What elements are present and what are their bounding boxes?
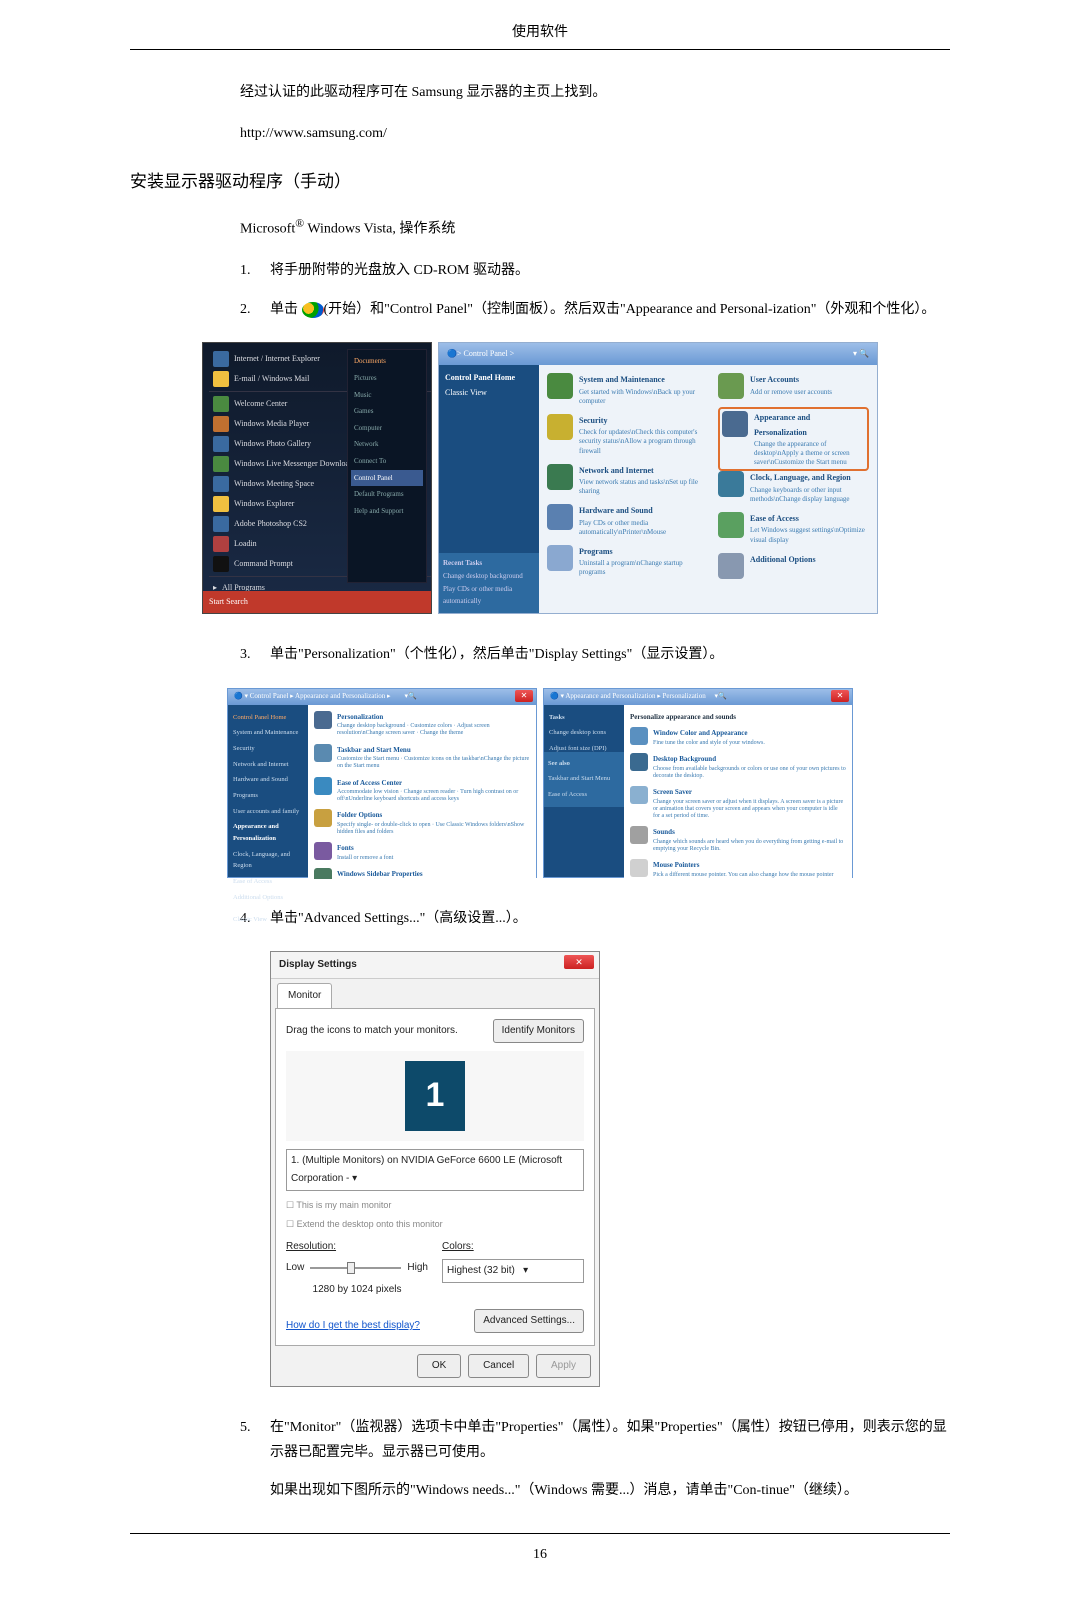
control-panel-window: 🔵 > Control Panel >▾ 🔍 Control Panel Hom… — [438, 342, 878, 614]
display-settings-dialog: ✕ Display Settings Monitor Drag the icon… — [270, 951, 600, 1387]
programs-icon — [547, 545, 573, 571]
additional-icon — [718, 553, 744, 579]
os-subtitle: Microsoft® Windows Vista, 操作系统 — [240, 213, 950, 242]
start-menu-right: Documents Pictures Music Games Computer … — [347, 349, 427, 583]
header-rule — [130, 49, 950, 50]
personalization-window: ✕ 🔵 ▾ Appearance and Personalization ▸ P… — [543, 688, 853, 878]
page-header: 使用软件 — [130, 20, 950, 45]
start-orb-icon — [302, 302, 324, 318]
folder-item-icon — [314, 809, 332, 827]
step-1: 1. 将手册附带的光盘放入 CD-ROM 驱动器。 — [240, 258, 950, 283]
help-link: How do I get the best display? — [286, 1317, 420, 1335]
clock-icon — [718, 471, 744, 497]
explorer-icon — [213, 496, 229, 512]
appearance-window: ✕ 🔵 ▾ Control Panel ▸ Appearance and Per… — [227, 688, 537, 878]
start-search: Start Search — [203, 591, 431, 613]
intro-text: 经过认证的此驱动程序可在 Samsung 显示器的主页上找到。 — [240, 80, 950, 105]
personalization-item-icon — [314, 711, 332, 729]
monitor-select: 1. (Multiple Monitors) on NVIDIA GeForce… — [286, 1149, 584, 1191]
mouse-icon — [630, 859, 648, 877]
resolution-slider: Low High — [286, 1259, 428, 1277]
close-icon: ✕ — [515, 690, 533, 702]
appearance-highlighted: Appearance and PersonalizationChange the… — [718, 407, 869, 471]
close-icon: ✕ — [831, 690, 849, 702]
ps-icon — [213, 516, 229, 532]
colors-select: Highest (32 bit) ▾ — [442, 1259, 584, 1283]
saver-icon — [630, 786, 648, 804]
figure-control-panel: Internet / Internet Explorer E-mail / Wi… — [130, 342, 950, 614]
page-number: 16 — [130, 1533, 950, 1567]
step-5: 5. 在"Monitor"（监视器）选项卡中单击"Properties"（属性）… — [240, 1415, 950, 1503]
section-title: 安装显示器驱动程序（手动） — [130, 167, 950, 198]
ease-icon — [718, 512, 744, 538]
gallery-icon — [213, 436, 229, 452]
network-icon — [547, 464, 573, 490]
bg-icon — [630, 753, 648, 771]
system-icon — [547, 373, 573, 399]
wmp-icon — [213, 416, 229, 432]
figure-personalization: ✕ 🔵 ▾ Control Panel ▸ Appearance and Per… — [130, 688, 950, 878]
start-menu: Internet / Internet Explorer E-mail / Wi… — [202, 342, 432, 614]
samsung-url: http://www.samsung.com/ — [240, 121, 950, 146]
monitor-tab: Monitor — [277, 983, 332, 1008]
monitor-preview: 1 — [286, 1051, 584, 1141]
sidebar-item-icon — [314, 868, 332, 878]
cancel-button: Cancel — [468, 1354, 529, 1378]
close-icon: ✕ — [564, 955, 594, 969]
cmd-icon — [213, 556, 229, 572]
step-2: 2. 单击 (开始）和"Control Panel"（控制面板）。然后双击"Ap… — [240, 297, 950, 322]
ok-button: OK — [417, 1354, 461, 1378]
step-4: 4. 单击"Advanced Settings..."（高级设置...）。 — [240, 906, 950, 931]
apply-button: Apply — [536, 1354, 591, 1378]
wincolor-icon — [630, 727, 648, 745]
figure-display-settings: ✕ Display Settings Monitor Drag the icon… — [270, 951, 950, 1387]
fonts-item-icon — [314, 842, 332, 860]
meeting-icon — [213, 476, 229, 492]
identify-button: Identify Monitors — [493, 1019, 584, 1043]
step-3: 3. 单击"Personalization"（个性化），然后单击"Display… — [240, 642, 950, 667]
advanced-button: Advanced Settings... — [474, 1309, 584, 1333]
main-monitor-checkbox: ☐ This is my main monitor — [286, 1197, 584, 1213]
user-icon — [718, 373, 744, 399]
drag-label: Drag the icons to match your monitors. — [286, 1022, 458, 1040]
welcome-icon — [213, 396, 229, 412]
ie-icon — [213, 351, 229, 367]
taskbar-item-icon — [314, 744, 332, 762]
sounds-icon — [630, 826, 648, 844]
hardware-icon — [547, 504, 573, 530]
mail-icon — [213, 371, 229, 387]
resolution-value: 1280 by 1024 pixels — [286, 1281, 428, 1299]
appearance-icon — [722, 411, 748, 437]
loadin-icon — [213, 536, 229, 552]
colors-label: Colors: — [442, 1238, 584, 1256]
extend-checkbox: ☐ Extend the desktop onto this monitor — [286, 1216, 584, 1232]
messenger-icon — [213, 456, 229, 472]
resolution-label: Resolution: — [286, 1238, 428, 1256]
security-icon — [547, 414, 573, 440]
ease-item-icon — [314, 777, 332, 795]
